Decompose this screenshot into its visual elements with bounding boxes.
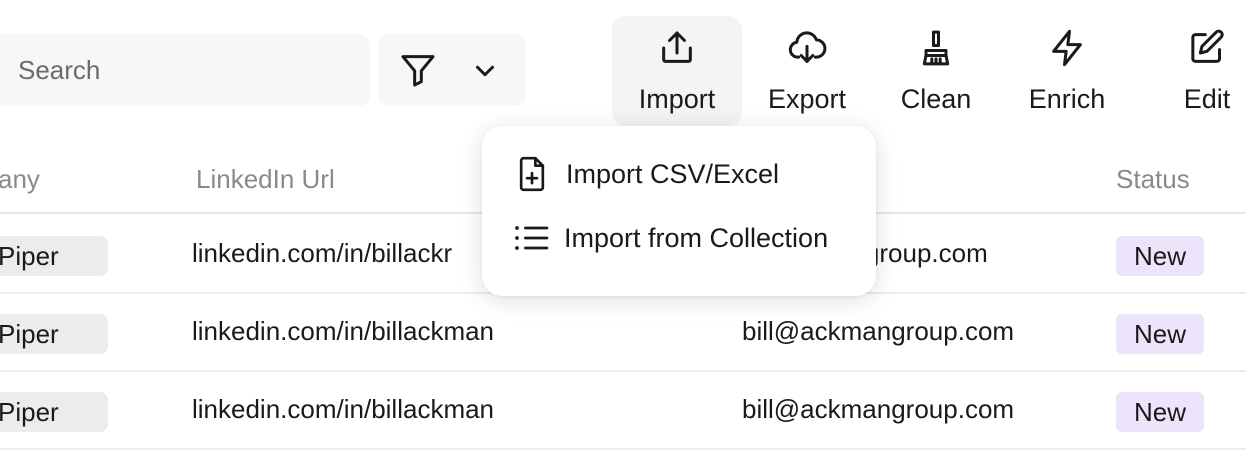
linkedin-cell[interactable]: linkedin.com/in/billackr: [192, 238, 452, 269]
upload-icon: [662, 31, 692, 63]
email-cell[interactable]: bill@ackmangroup.com: [742, 394, 1014, 425]
search-box[interactable]: [0, 34, 370, 106]
edit-label: Edit: [1183, 84, 1231, 114]
edit-icon: [1191, 29, 1224, 63]
linkedin-cell[interactable]: linkedin.com/in/billackman: [192, 316, 494, 347]
lightning-icon: [1052, 29, 1082, 67]
filter-button[interactable]: [378, 34, 526, 106]
menu-item-label: Import from Collection: [564, 222, 829, 253]
company-chip: Piper: [0, 314, 108, 354]
cloud-download-icon: [788, 31, 827, 63]
menu-item-import-csv-excel[interactable]: Import CSV/Excel: [482, 144, 876, 204]
enrich-button[interactable]: Enrich: [1018, 16, 1116, 126]
column-header-linkedin[interactable]: LinkedIn Url: [196, 164, 335, 195]
status-badge: New: [1116, 314, 1204, 354]
menu-item-import-from-collection[interactable]: Import from Collection: [482, 208, 876, 268]
enrich-label: Enrich: [1028, 84, 1106, 114]
import-dropdown-menu: Import CSV/Excel Import from Collection: [482, 126, 876, 296]
filter-icon: [401, 55, 435, 87]
broom-icon: [922, 30, 950, 66]
search-input[interactable]: [0, 34, 370, 106]
company-chip: Piper: [0, 392, 108, 432]
clean-label: Clean: [900, 84, 972, 114]
import-label: Import: [638, 84, 716, 114]
file-plus-icon: [519, 156, 545, 192]
column-header-status[interactable]: Status: [1116, 164, 1190, 195]
column-header-company[interactable]: any: [0, 164, 40, 195]
email-cell[interactable]: bill@ackmangroup.com: [742, 316, 1014, 347]
linkedin-cell[interactable]: linkedin.com/in/billackman: [192, 394, 494, 425]
table-row[interactable]: Piper linkedin.com/in/billackman bill@ac…: [0, 294, 1246, 372]
edit-button[interactable]: Edit: [1172, 16, 1242, 126]
status-badge: New: [1116, 236, 1204, 276]
menu-item-label: Import CSV/Excel: [566, 158, 780, 189]
company-chip: Piper: [0, 236, 108, 276]
export-button[interactable]: Export: [752, 16, 862, 126]
import-button[interactable]: Import: [612, 16, 742, 126]
export-label: Export: [767, 84, 847, 114]
table-row[interactable]: Piper linkedin.com/in/billackman bill@ac…: [0, 372, 1246, 450]
list-icon: [515, 226, 549, 250]
clean-button[interactable]: Clean: [886, 16, 986, 126]
chevron-down-icon[interactable]: [470, 56, 500, 86]
status-badge: New: [1116, 392, 1204, 432]
